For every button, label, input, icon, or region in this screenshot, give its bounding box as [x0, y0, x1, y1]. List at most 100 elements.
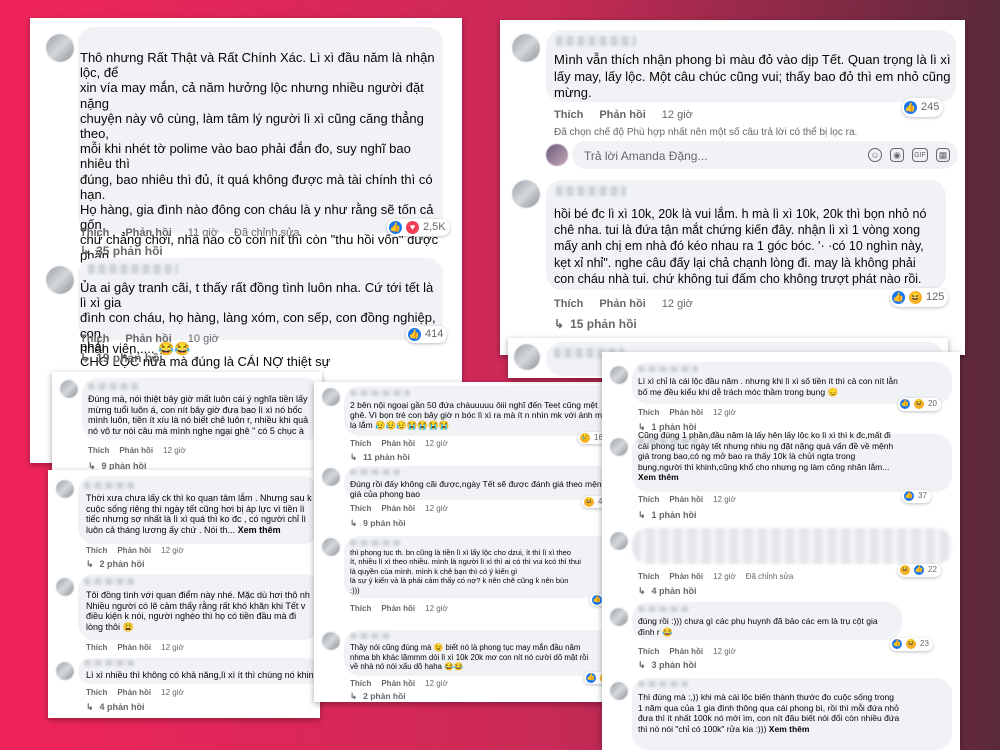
reply-button[interactable]: Phản hồi: [117, 643, 151, 654]
reply-button[interactable]: Phản hồi: [125, 332, 171, 347]
blurred-username[interactable]: [638, 366, 698, 372]
like-button[interactable]: Thích: [638, 572, 659, 583]
view-replies-link[interactable]: ↳ 2 phản hồi: [86, 559, 145, 570]
avatar[interactable]: [610, 438, 628, 456]
reply-button[interactable]: Phản hồi: [381, 439, 415, 449]
blurred-username[interactable]: [350, 469, 400, 475]
avatar[interactable]: [322, 538, 340, 556]
avatar[interactable]: [322, 468, 340, 486]
like-button[interactable]: Thích: [86, 688, 107, 699]
sticker-icon[interactable]: ▦: [936, 148, 950, 162]
edited-label: Đã chỉnh sửa: [745, 572, 794, 581]
like-button[interactable]: Thích: [88, 446, 109, 457]
like-button[interactable]: Thích: [638, 495, 659, 506]
reaction-count[interactable]: 👍 😆 125: [890, 288, 949, 307]
like-icon: 👍: [408, 328, 421, 342]
reply-arrow-icon: ↳: [554, 317, 565, 331]
blurred-username[interactable]: [638, 681, 688, 687]
blurred-username[interactable]: [88, 383, 138, 390]
reaction-count[interactable]: 👍 😆 20: [898, 398, 941, 411]
view-replies-link[interactable]: ↳ 3 phản hồi: [638, 660, 697, 671]
view-replies-link[interactable]: ↳ 4 phản hồi: [638, 586, 697, 597]
reaction-count[interactable]: 👍 37: [902, 490, 931, 503]
timestamp: 12 giờ: [425, 439, 448, 448]
avatar[interactable]: [512, 180, 540, 208]
view-replies-link[interactable]: ↳ 35 phản hồi: [80, 244, 163, 259]
see-more-link[interactable]: Xem thêm: [769, 724, 810, 734]
avatar[interactable]: [46, 266, 74, 294]
comment-actions: Thích Phản hồi 12 giờ: [350, 679, 448, 689]
reaction-count[interactable]: 👍 245: [902, 98, 944, 117]
view-replies-link[interactable]: ↳ 2 phản hồi: [350, 691, 406, 701]
avatar[interactable]: [56, 480, 74, 498]
reaction-count[interactable]: 😆 👍 22: [898, 564, 941, 577]
reply-button[interactable]: Phản hồi: [669, 647, 703, 658]
blurred-username[interactable]: [84, 482, 134, 489]
blurred-username[interactable]: [556, 186, 626, 196]
comment-text: Đúng mà, nói thiệt bây giờ mất luôn cái …: [88, 394, 309, 436]
avatar[interactable]: [322, 632, 340, 650]
reply-button[interactable]: Phản hồi: [117, 688, 151, 699]
reply-input[interactable]: Trả lời Amanda Đặng... ☺ ◉ GIF ▦: [572, 141, 958, 169]
reply-button[interactable]: Phản hồi: [381, 604, 415, 614]
like-button[interactable]: Thích: [350, 439, 371, 449]
reply-button[interactable]: Phản hồi: [119, 446, 153, 457]
like-button[interactable]: Thích: [638, 647, 659, 658]
avatar[interactable]: [322, 388, 340, 406]
avatar[interactable]: [514, 344, 540, 370]
view-replies-link[interactable]: ↳ 1 phản hồi: [638, 510, 697, 521]
view-replies-link[interactable]: ↳ 9 phản hồi: [350, 518, 406, 528]
blurred-username[interactable]: [638, 606, 688, 612]
like-button[interactable]: Thích: [86, 643, 107, 654]
comment-text: Tôi đồng tình với quan điểm này nhé. Mặc…: [86, 590, 310, 632]
like-button[interactable]: Thích: [86, 546, 107, 557]
like-button[interactable]: Thích: [350, 679, 371, 689]
like-button[interactable]: Thích: [350, 504, 371, 514]
reaction-count[interactable]: 👍 😆 23: [890, 638, 933, 651]
blurred-username[interactable]: [556, 36, 636, 46]
reply-button[interactable]: Phản hồi: [381, 504, 415, 514]
avatar[interactable]: [60, 380, 78, 398]
like-button[interactable]: Thích: [80, 226, 109, 241]
like-button[interactable]: Thích: [554, 107, 583, 124]
avatar[interactable]: [610, 608, 628, 626]
view-replies-link[interactable]: ↳ 19 phản hồi: [80, 351, 163, 366]
avatar[interactable]: [56, 662, 74, 680]
reply-button[interactable]: Phản hồi: [125, 226, 171, 241]
reaction-count[interactable]: 👍 414: [406, 326, 448, 344]
reply-button[interactable]: Phản hồi: [599, 296, 645, 313]
blurred-username[interactable]: [84, 578, 134, 585]
blurred-username[interactable]: [350, 633, 390, 639]
avatar[interactable]: [46, 34, 74, 62]
reply-button[interactable]: Phản hồi: [381, 679, 415, 689]
avatar[interactable]: [610, 682, 628, 700]
blurred-username[interactable]: [88, 264, 178, 274]
comment-text: Lì xì nhiều thì không có khả năng,lì xì …: [86, 670, 319, 680]
reply-button[interactable]: Phản hồi: [599, 107, 645, 124]
avatar[interactable]: [56, 578, 74, 596]
reply-button[interactable]: Phản hồi: [669, 495, 703, 506]
reply-button[interactable]: Phản hồi: [669, 408, 703, 419]
avatar[interactable]: [512, 34, 540, 62]
gif-icon[interactable]: GIF: [912, 148, 928, 162]
blurred-username[interactable]: [84, 660, 134, 666]
reply-button[interactable]: Phản hồi: [117, 546, 151, 557]
like-button[interactable]: Thích: [80, 332, 109, 347]
reaction-count[interactable]: 👍 ♥ 2,5K: [387, 219, 450, 237]
comment-text: thì phong tục th. bn cũng là tiền lì xì …: [350, 548, 581, 595]
view-replies-link[interactable]: ↳ 15 phản hồi: [554, 316, 637, 333]
like-button[interactable]: Thích: [554, 296, 583, 313]
like-button[interactable]: Thích: [638, 408, 659, 419]
avatar[interactable]: [610, 366, 628, 384]
blurred-username[interactable]: [350, 540, 400, 546]
like-button[interactable]: Thích: [350, 604, 371, 614]
view-replies-link[interactable]: ↳ 11 phản hồi: [350, 452, 410, 462]
avatar[interactable]: [610, 532, 628, 550]
see-more-link[interactable]: Xem thêm: [238, 525, 281, 535]
view-replies-link[interactable]: ↳ 4 phản hồi: [86, 702, 145, 713]
blurred-username[interactable]: [350, 390, 410, 396]
reply-button[interactable]: Phản hồi: [669, 572, 703, 583]
camera-icon[interactable]: ◉: [890, 148, 904, 162]
emoji-icon[interactable]: ☺: [868, 148, 882, 162]
see-more-link[interactable]: Xem thêm: [638, 472, 679, 482]
